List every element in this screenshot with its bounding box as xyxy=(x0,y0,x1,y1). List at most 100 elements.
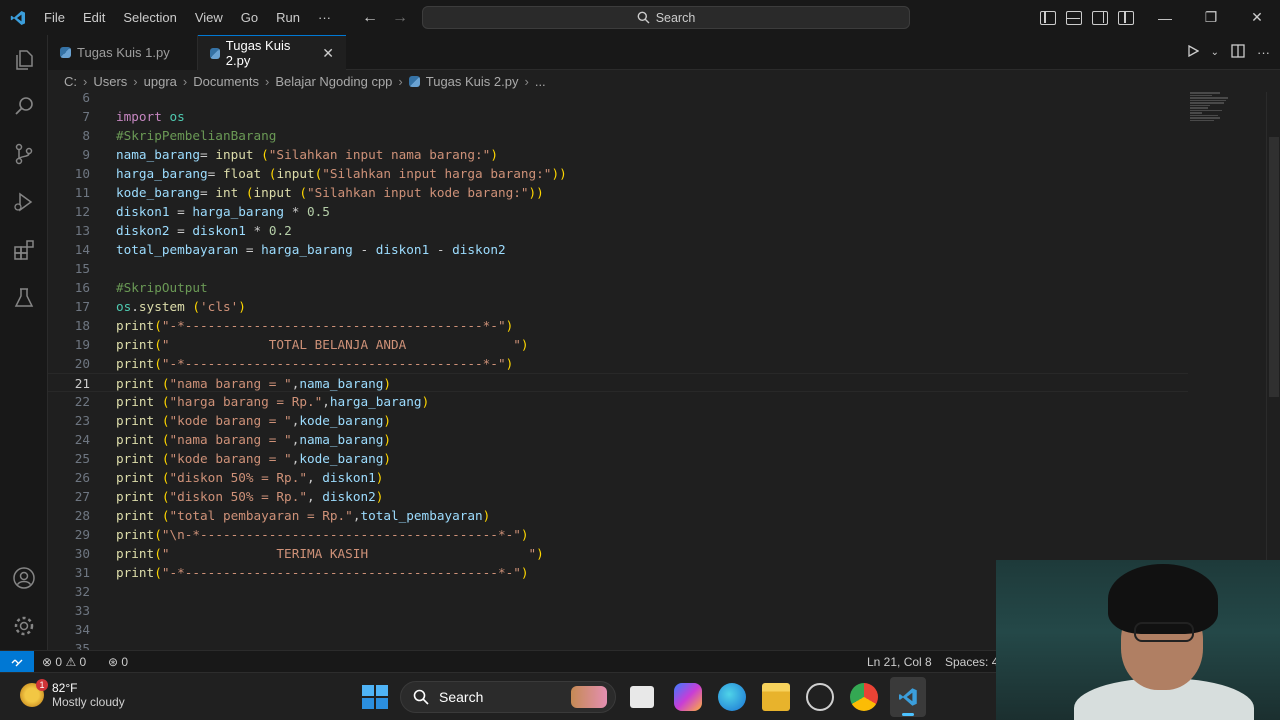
menu-run[interactable]: Run xyxy=(267,0,309,35)
problems-indicator[interactable]: ⊗ 0 ⚠ 0 xyxy=(42,651,86,673)
code-text: print(" TERIMA KASIH ") xyxy=(116,546,544,561)
line-number: 7 xyxy=(82,109,90,124)
forward-arrow-icon[interactable]: → xyxy=(392,9,408,27)
code-text: nama_barang= input ("Silahkan input nama… xyxy=(116,147,498,162)
restore-icon[interactable]: ❐ xyxy=(1188,0,1234,35)
menu-selection[interactable]: Selection xyxy=(114,0,185,35)
layout-controls xyxy=(1040,0,1134,35)
file-explorer-icon[interactable] xyxy=(762,683,790,711)
code-line[interactable]: 10 harga_barang= float (input("Silahkan i… xyxy=(48,164,1188,183)
scrollbar-thumb[interactable] xyxy=(1269,137,1279,397)
code-line[interactable]: 19 print(" TOTAL BELANJA ANDA ") xyxy=(48,335,1188,354)
more-actions-icon[interactable]: ··· xyxy=(1257,45,1270,60)
toggle-secondary-sidebar-icon[interactable] xyxy=(1092,10,1108,25)
tab-tugas-kuis-2[interactable]: Tugas Kuis 2.py ✕ xyxy=(198,35,346,70)
toggle-primary-sidebar-icon[interactable] xyxy=(1040,10,1056,25)
ports-count: 0 xyxy=(121,655,129,669)
code-line[interactable]: 8 #SkripPembelianBarang xyxy=(48,126,1188,145)
ports-indicator[interactable]: ⊛ 0 xyxy=(108,651,128,673)
code-text: #SkripPembelianBarang xyxy=(116,128,277,143)
code-line[interactable]: 24 print ("nama barang = ",nama_barang) xyxy=(48,430,1188,449)
line-number: 11 xyxy=(74,185,90,200)
accounts-icon[interactable] xyxy=(0,554,48,602)
line-number: 6 xyxy=(82,92,90,105)
vscode-taskbar-button[interactable] xyxy=(890,677,926,717)
code-line[interactable]: 22 print ("harga barang = Rp.",harga_bara… xyxy=(48,392,1188,411)
testing-icon[interactable] xyxy=(0,274,48,322)
code-line[interactable]: 12 diskon1 = harga_barang * 0.5 xyxy=(48,202,1188,221)
code-line[interactable]: 18 print("-*-----------------------------… xyxy=(48,316,1188,335)
line-number: 30 xyxy=(74,546,90,561)
indentation[interactable]: Spaces: 4 xyxy=(945,651,998,673)
toggle-panel-icon[interactable] xyxy=(1066,10,1082,25)
breadcrumb-symbols[interactable]: ... xyxy=(535,74,546,89)
split-editor-icon[interactable] xyxy=(1231,44,1245,61)
task-view-icon[interactable] xyxy=(630,686,654,708)
tab-tugas-kuis-1[interactable]: Tugas Kuis 1.py xyxy=(48,35,198,70)
code-line[interactable]: 9 nama_barang= input ("Silahkan input nam… xyxy=(48,145,1188,164)
code-line[interactable]: 29 print("\n-*---------------------------… xyxy=(48,525,1188,544)
remote-indicator-icon[interactable] xyxy=(0,651,34,673)
command-center-search[interactable]: Search xyxy=(422,6,910,29)
menu-go[interactable]: Go xyxy=(232,0,267,35)
minimap[interactable] xyxy=(1190,92,1230,130)
code-line[interactable]: 13 diskon2 = diskon1 * 0.2 xyxy=(48,221,1188,240)
menu-more[interactable]: ··· xyxy=(309,0,340,35)
breadcrumb-file[interactable]: Tugas Kuis 2.py xyxy=(426,74,519,89)
source-control-icon[interactable] xyxy=(0,130,48,178)
menu-edit[interactable]: Edit xyxy=(74,0,114,35)
code-line[interactable]: 14 total_pembayaran = harga_barang - disk… xyxy=(48,240,1188,259)
code-line[interactable]: 6 xyxy=(48,92,1188,107)
close-tab-icon[interactable]: ✕ xyxy=(322,45,334,62)
customize-layout-icon[interactable] xyxy=(1118,10,1134,25)
copilot-icon[interactable] xyxy=(674,683,702,711)
taskbar-search[interactable]: Search xyxy=(400,681,616,713)
code-text: harga_barang= float (input("Silahkan inp… xyxy=(116,166,567,181)
code-line[interactable]: 28 print ("total pembayaran = Rp.",total_… xyxy=(48,506,1188,525)
explorer-icon[interactable] xyxy=(0,36,48,84)
breadcrumb-drive[interactable]: C: xyxy=(64,74,77,89)
back-arrow-icon[interactable]: ← xyxy=(362,9,378,27)
minimize-icon[interactable]: — xyxy=(1142,0,1188,35)
windows-start-icon[interactable] xyxy=(360,683,388,711)
app-icon[interactable] xyxy=(806,683,834,711)
chevron-down-icon[interactable]: ⌄ xyxy=(1211,47,1219,58)
cursor-position[interactable]: Ln 21, Col 8 xyxy=(867,651,932,673)
breadcrumb-folder[interactable]: Belajar Ngoding cpp xyxy=(275,74,392,89)
close-window-icon[interactable]: ✕ xyxy=(1234,0,1280,35)
run-and-debug-icon[interactable] xyxy=(0,178,48,226)
code-line[interactable]: 21 print ("nama barang = ",nama_barang) xyxy=(48,373,1188,392)
run-python-file-icon[interactable] xyxy=(1187,44,1199,60)
code-text: print("-*-------------------------------… xyxy=(116,318,514,333)
editor-tabs: Tugas Kuis 1.py Tugas Kuis 2.py ✕ ⌄ ··· xyxy=(48,35,1280,70)
chrome-browser-icon[interactable] xyxy=(850,683,878,711)
code-line[interactable]: 11 kode_barang= int (input ("Silahkan inp… xyxy=(48,183,1188,202)
code-line[interactable]: 23 print ("kode barang = ",kode_barang) xyxy=(48,411,1188,430)
warning-count: 0 xyxy=(79,655,87,669)
code-line[interactable]: 16 #SkripOutput xyxy=(48,278,1188,297)
code-line[interactable]: 27 print ("diskon 50% = Rp.", diskon2) xyxy=(48,487,1188,506)
code-line[interactable]: 15 xyxy=(48,259,1188,278)
chevron-right-icon: › xyxy=(524,73,529,89)
menu-view[interactable]: View xyxy=(186,0,232,35)
extensions-icon[interactable] xyxy=(0,226,48,274)
menu-file[interactable]: File xyxy=(35,0,74,35)
weather-widget[interactable]: 1 82°F Mostly cloudy xyxy=(20,679,125,709)
edge-browser-icon[interactable] xyxy=(718,683,746,711)
vscode-logo-icon xyxy=(0,0,35,35)
breadcrumb-users[interactable]: Users xyxy=(93,74,127,89)
code-line[interactable]: 17 os.system ('cls') xyxy=(48,297,1188,316)
code-line[interactable]: 25 print ("kode barang = ",kode_barang) xyxy=(48,449,1188,468)
code-text: print ("kode barang = ",kode_barang) xyxy=(116,413,392,428)
breadcrumb-upgra[interactable]: upgra xyxy=(144,74,177,89)
code-line[interactable]: 26 print ("diskon 50% = Rp.", diskon1) xyxy=(48,468,1188,487)
code-text: #SkripOutput xyxy=(116,280,208,295)
code-text: kode_barang= int (input ("Silahkan input… xyxy=(116,185,544,200)
breadcrumb-documents[interactable]: Documents xyxy=(193,74,259,89)
code-line[interactable]: 20 print("-*-----------------------------… xyxy=(48,354,1188,373)
code-text: print("-*-------------------------------… xyxy=(116,356,514,371)
code-line[interactable]: 7 import os xyxy=(48,107,1188,126)
line-number: 25 xyxy=(74,451,90,466)
manage-gear-icon[interactable] xyxy=(0,602,48,650)
search-view-icon[interactable] xyxy=(0,82,48,130)
